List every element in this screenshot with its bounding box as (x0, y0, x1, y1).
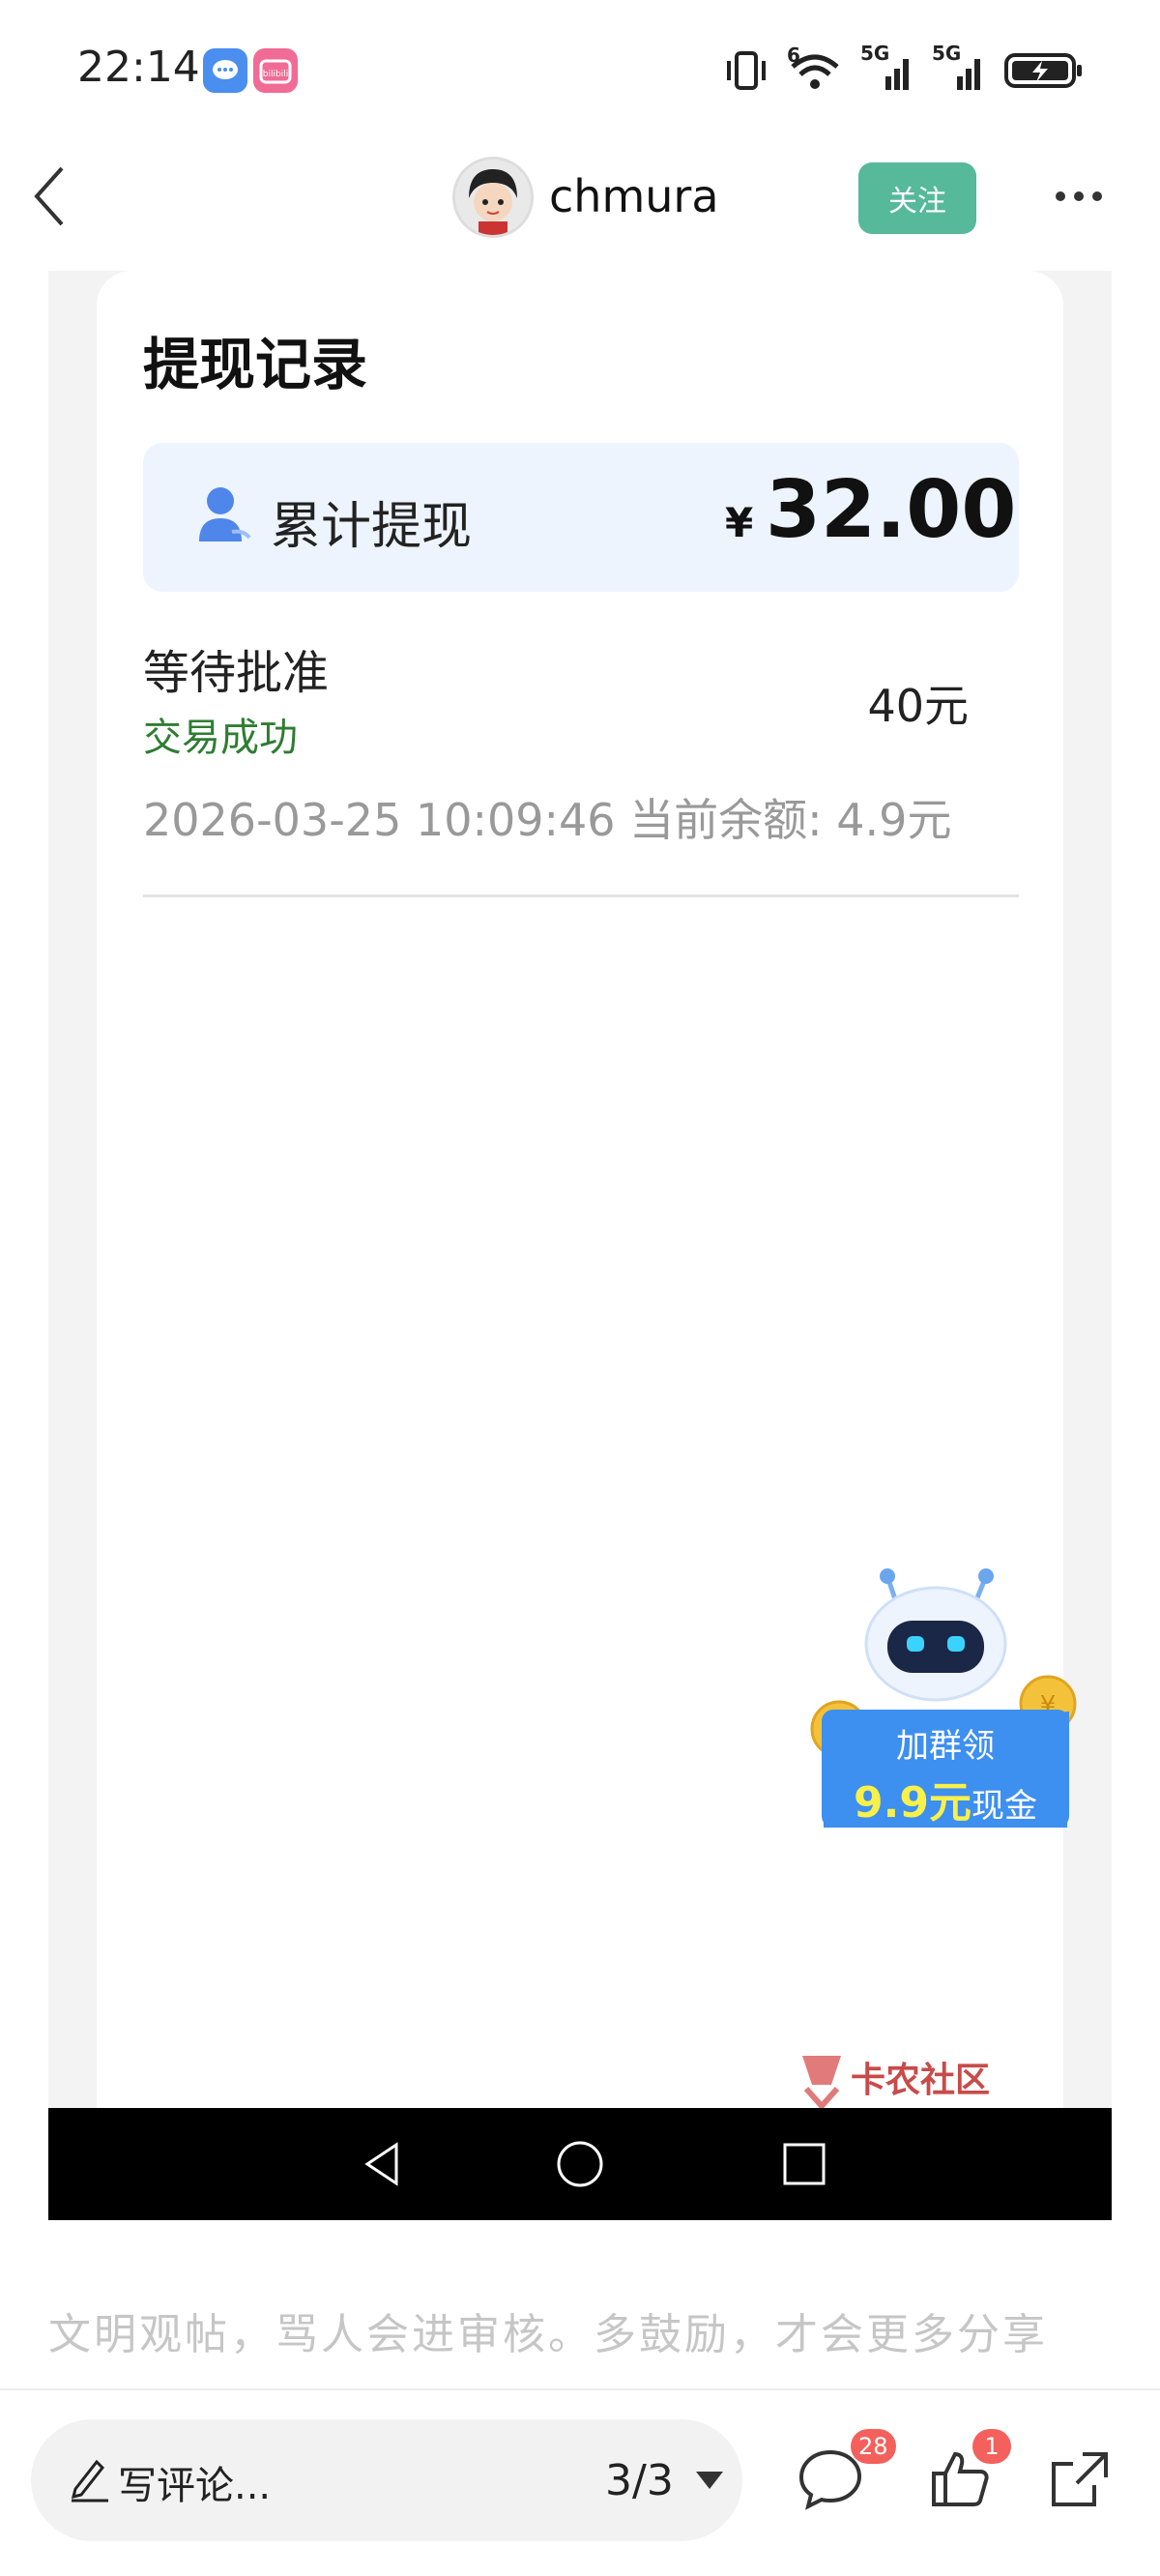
caret-down-icon[interactable] (696, 2472, 723, 2489)
record-meta: 2026-03-25 10:09:46 当前余额: 4.9元 (143, 794, 952, 846)
follow-button[interactable]: 关注 (858, 162, 976, 234)
wifi-6-icon: 6 (787, 44, 843, 92)
page-indicator[interactable]: 3/3 (605, 2456, 674, 2505)
nav-home-icon (557, 2141, 603, 2187)
bilibili-badge-text: bilibili (263, 70, 288, 79)
record-amount: 40元 (867, 680, 969, 732)
summary-amount: 32.00 (766, 464, 1017, 556)
promo-highlight: 9.9元 (854, 1778, 972, 1828)
avatar[interactable] (452, 157, 534, 238)
record-substatus: 交易成功 (143, 716, 298, 760)
post-image[interactable]: 提现记录 累计提现 ¥ 32.00 等待批准 40元 交易成功 2026-03-… (48, 271, 1112, 2108)
status-icons: 6 5G 5G (723, 42, 1085, 95)
share-icon[interactable] (1046, 2446, 1114, 2510)
signal-5g-1-icon: 5G (860, 42, 914, 92)
username[interactable]: chmura (549, 170, 719, 222)
watermark-logo-icon (793, 2046, 851, 2108)
chevron-left-icon (34, 166, 64, 226)
more-dot-icon (1074, 191, 1084, 201)
more-dot-icon (1092, 191, 1102, 201)
divider (143, 894, 1019, 897)
vibrate-icon (727, 51, 766, 90)
watermark-text: 卡农社区 (851, 2061, 991, 2100)
status-time: 22:14 (77, 43, 200, 92)
signal-5g-2-icon: 5G (932, 42, 986, 92)
record-status: 等待批准 (143, 646, 330, 700)
promo-robot-widget[interactable]: ¥ ¥ 加群领 9.9元现金 (800, 1566, 1090, 1837)
user-icon (193, 478, 261, 555)
back-button[interactable] (29, 162, 72, 230)
more-button[interactable] (1056, 191, 1102, 201)
nav-back-icon (364, 2142, 398, 2186)
battery-charging-icon (1004, 53, 1082, 88)
promo-line1: 加群领 (896, 1727, 995, 1766)
summary-label: 累计提现 (271, 498, 473, 556)
comment-hint: 文明观帖，骂人会进审核。多鼓励，才会更多分享 (48, 2310, 1048, 2359)
comment-count-badge: 28 (851, 2429, 896, 2464)
more-dot-icon (1056, 191, 1065, 201)
comment-placeholder[interactable]: 写评论... (118, 2454, 271, 2510)
nav-recent-icon (783, 2143, 826, 2185)
currency-symbol: ¥ (725, 499, 754, 546)
like-count-badge: 1 (972, 2429, 1011, 2464)
promo-suffix: 现金 (971, 1787, 1037, 1826)
bilibili-app-icon: bilibili (253, 48, 298, 93)
image-navbar (48, 2108, 1112, 2220)
card-title: 提现记录 (143, 332, 368, 397)
pen-icon (68, 2454, 112, 2503)
chat-app-icon (203, 48, 247, 93)
